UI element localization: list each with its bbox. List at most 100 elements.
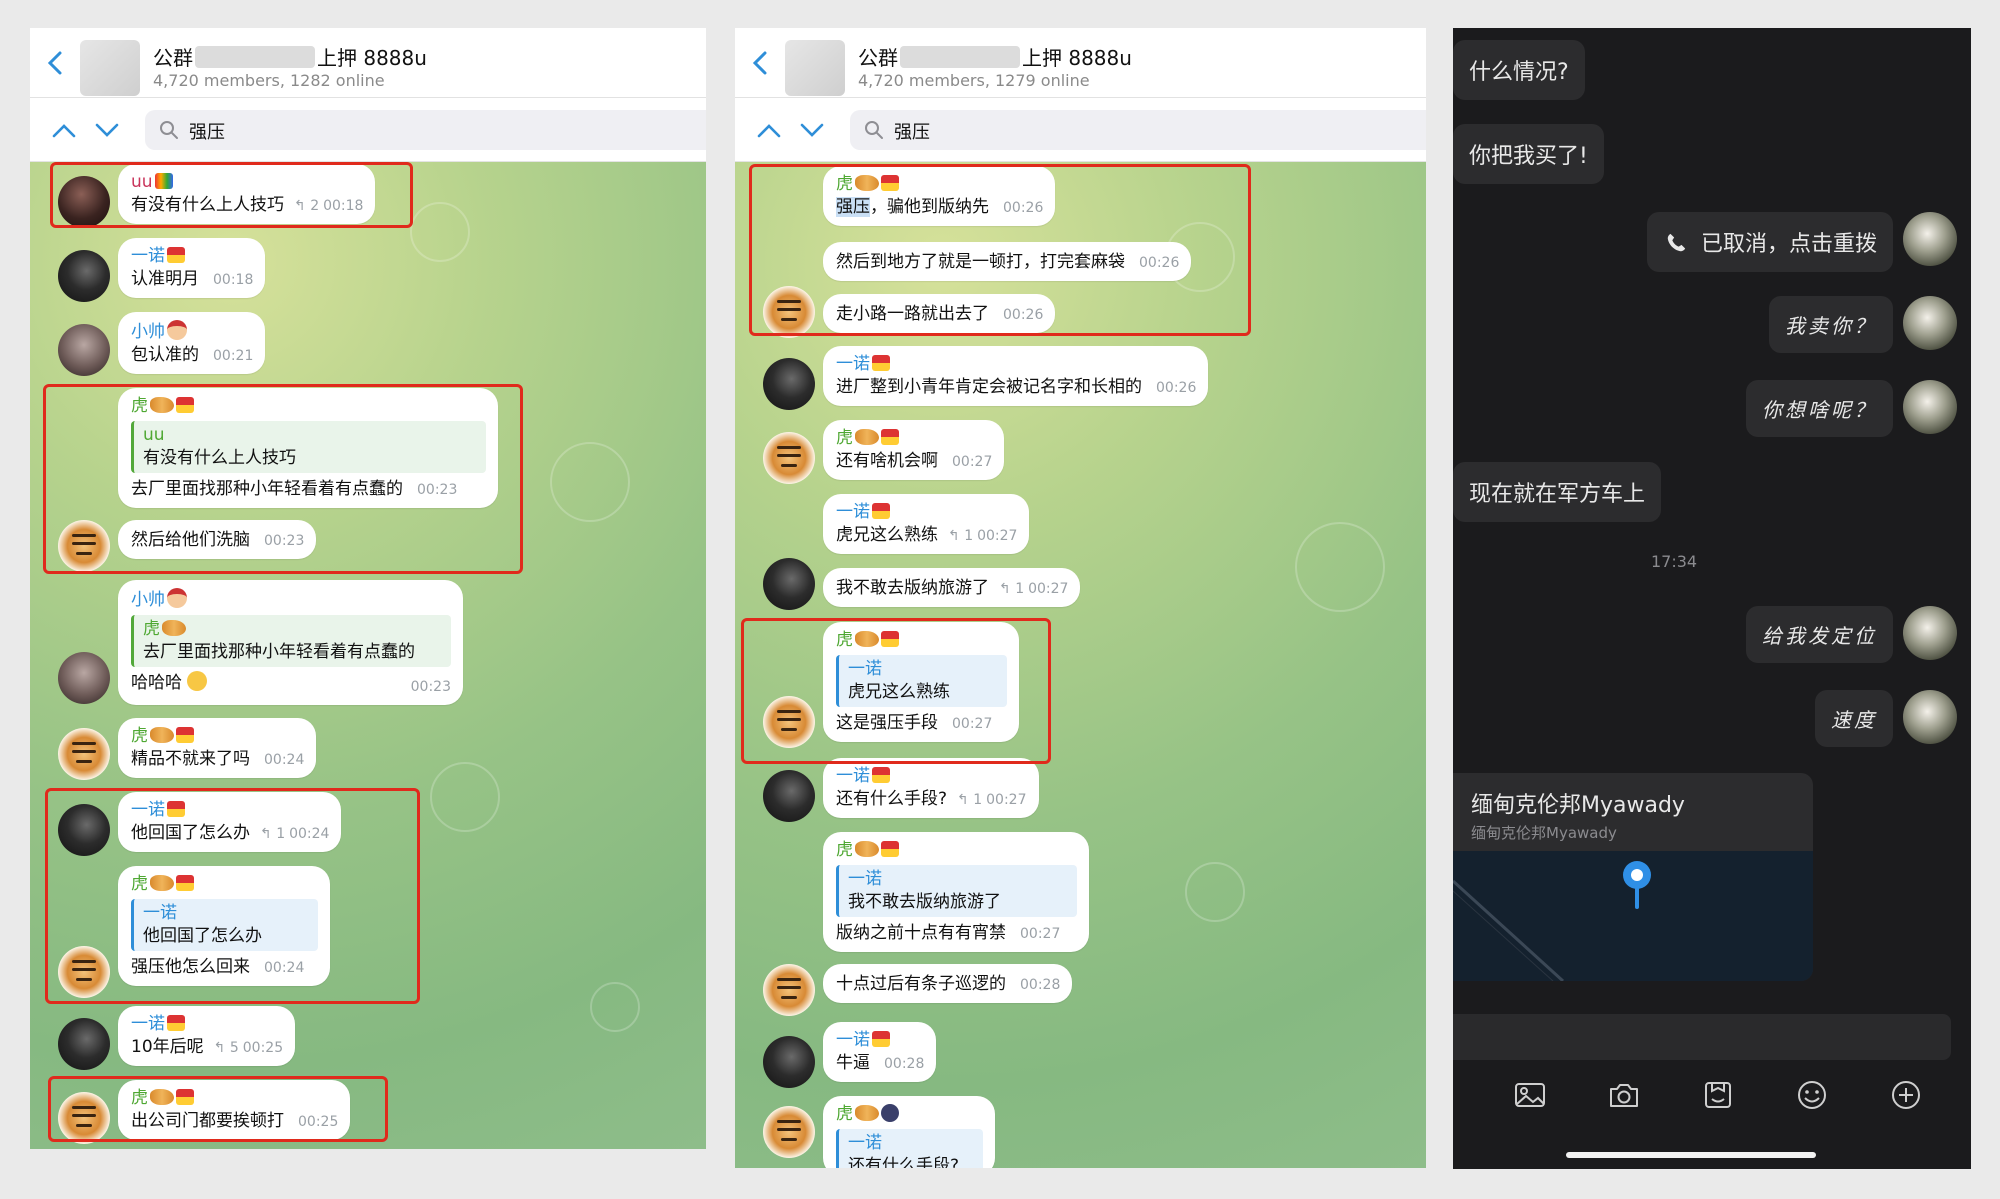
location-card[interactable]: 缅甸克伦邦Myawady 缅甸克伦邦Myawady (1453, 773, 1813, 981)
camera-icon[interactable] (1607, 1078, 1641, 1112)
message-bubble[interactable]: 一诺 虎兄这么熟练 ↰ 1 00:27 (823, 494, 1030, 554)
avatar[interactable] (763, 770, 815, 822)
avatar[interactable] (1903, 690, 1957, 744)
avatar[interactable] (763, 1036, 815, 1088)
avatar[interactable] (58, 1018, 110, 1070)
chat-area[interactable]: 虎 强压，骗他到版纳先 00:26 然后到地方了就是一顿打，打完套麻袋 00:26 … (735, 162, 1426, 1168)
search-down-icon[interactable] (93, 116, 121, 144)
message-bubble[interactable]: 一诺 牛逼 00:28 (823, 1022, 937, 1082)
message-time: 00:24 (264, 752, 305, 768)
message-bubble[interactable]: 你把我买了! (1453, 124, 1604, 184)
avatar[interactable] (1903, 296, 1957, 350)
message-bubble[interactable]: 十点过后有条子巡逻的 00:28 (823, 964, 1073, 1003)
reply-count[interactable]: ↰ 1 (948, 528, 973, 544)
group-avatar[interactable] (80, 40, 140, 96)
back-chevron-icon[interactable] (749, 50, 773, 76)
message-time: 00:27 (986, 792, 1027, 808)
avatar[interactable] (763, 558, 815, 610)
message-bubble[interactable]: 你想啥呢？ (1746, 380, 1893, 437)
message-text: 10年后呢 (131, 1037, 204, 1057)
plus-icon[interactable] (1889, 1078, 1923, 1112)
quote-text: 我不敢去版纳旅游了 (848, 892, 1001, 912)
message-bubble[interactable]: 我卖你？ (1769, 296, 1893, 353)
avatar[interactable] (1903, 380, 1957, 434)
message-time: 00:25 (242, 1040, 284, 1056)
reply-count[interactable]: ↰ 5 (214, 1040, 239, 1056)
message-bubble[interactable]: 什么情况? (1453, 40, 1585, 100)
message-text: 版纳之前十点有有宵禁 (836, 923, 1006, 943)
avatar[interactable] (763, 358, 815, 410)
avatar[interactable] (1903, 212, 1957, 266)
message-bubble[interactable]: 给我发定位 (1746, 606, 1893, 663)
message-bubble[interactable]: 小帅 包认准的 00:21 (118, 312, 266, 374)
highlight-box (48, 1076, 388, 1142)
highlight-box (741, 618, 1051, 764)
message-text: 虎兄这么熟练 (836, 525, 938, 545)
map-preview[interactable] (1453, 851, 1813, 981)
avatar[interactable] (1903, 606, 1957, 660)
chat-area[interactable]: uu 有没有什么上人技巧 ↰ 2 00:18 一诺 认准明月 00:18 小帅 包认准… (30, 162, 706, 1149)
back-chevron-icon[interactable] (44, 50, 68, 76)
message-input[interactable] (1453, 1014, 1951, 1060)
message-bubble[interactable]: 一诺 进厂整到小青年肯定会被记名字和长相的 00:26 (823, 346, 1209, 406)
message-time: 00:27 (952, 454, 993, 470)
message-bubble[interactable]: 现在就在军方车上 (1453, 462, 1662, 522)
image-icon[interactable] (1513, 1078, 1547, 1112)
message-bubble[interactable]: 一诺 认准明月 00:18 (118, 238, 266, 298)
message-bubble[interactable]: 速度 (1815, 690, 1893, 747)
tiger-icon (855, 841, 879, 857)
search-input[interactable]: 强压 (145, 110, 706, 150)
badge-icon (176, 727, 194, 743)
badge-icon (167, 1015, 185, 1031)
message-bubble[interactable]: 一诺 10年后呢 ↰ 5 00:25 (118, 1006, 296, 1066)
sender-name: 一诺 (836, 354, 1196, 375)
message-time: 00:28 (1020, 977, 1061, 993)
search-up-icon[interactable] (50, 116, 78, 144)
sender-name: 虎 (131, 726, 304, 747)
message-bubble[interactable]: 虎 一诺 我不敢去版纳旅游了 版纳之前十点有有宵禁 00:27 (823, 832, 1089, 952)
call-bubble[interactable]: 已取消，点击重拨 (1646, 212, 1893, 272)
message-text: 认准明月 (131, 269, 199, 289)
message-time: 00:21 (213, 348, 254, 364)
avatar[interactable] (58, 652, 110, 704)
search-bar: 强压 (735, 98, 1426, 162)
sender-name: 小帅 (131, 588, 451, 611)
avatar[interactable] (58, 728, 110, 780)
sender-name: 一诺 (131, 1014, 283, 1035)
sender-name: 小帅 (131, 320, 253, 343)
sender-name: 一诺 (836, 502, 1017, 523)
avatar[interactable] (763, 1106, 815, 1158)
left-chat-screenshot: 公群 上押 8888u 4,720 members, 1282 online 强压… (30, 28, 706, 1149)
message-bubble[interactable]: 虎 一诺 还有什么手段? (823, 1096, 995, 1168)
search-up-icon[interactable] (755, 116, 783, 144)
reply-count[interactable]: ↰ 1 (999, 581, 1024, 597)
quote-text: 还有什么手段? (848, 1156, 960, 1168)
reply-count[interactable]: ↰ 1 (957, 792, 982, 808)
message-text: 十点过后有条子巡逻的 (836, 974, 1006, 994)
message-bubble[interactable]: 一诺 还有什么手段? ↰ 1 00:27 (823, 758, 1039, 818)
message-bubble[interactable]: 小帅 虎 去厂里面找那种小年轻看着有点蠢的 哈哈哈 00:23 (118, 580, 463, 705)
quote-author: 一诺 (848, 869, 882, 889)
message-bubble[interactable]: 虎 精品不就来了吗 00:24 (118, 718, 317, 778)
message-bubble[interactable]: 虎 还有啥机会啊 00:27 (823, 420, 1005, 480)
message-bubble[interactable]: 我不敢去版纳旅游了 ↰ 1 00:27 (823, 568, 1081, 607)
avatar[interactable] (763, 964, 815, 1016)
emoji-icon[interactable] (1795, 1078, 1829, 1112)
quoted-message[interactable]: 一诺 还有什么手段? (836, 1129, 983, 1168)
tiger-icon (855, 429, 879, 445)
message-text: 还有什么手段? (836, 789, 948, 809)
quoted-message[interactable]: 虎 去厂里面找那种小年轻看着有点蠢的 (131, 615, 451, 667)
sticker-icon[interactable] (1701, 1078, 1735, 1112)
quote-author: 一诺 (848, 1133, 882, 1153)
search-down-icon[interactable] (798, 116, 826, 144)
avatar[interactable] (58, 324, 110, 376)
message-text: 已取消，点击重拨 (1700, 232, 1877, 257)
avatar[interactable] (763, 432, 815, 484)
group-avatar[interactable] (785, 40, 845, 96)
avatar[interactable] (58, 250, 110, 302)
redacted-name (900, 46, 1020, 68)
search-input[interactable]: 强压 (850, 110, 1426, 150)
home-indicator[interactable] (1566, 1152, 1816, 1158)
quoted-message[interactable]: 一诺 我不敢去版纳旅游了 (836, 865, 1077, 917)
sender-name: 虎 (836, 428, 992, 449)
